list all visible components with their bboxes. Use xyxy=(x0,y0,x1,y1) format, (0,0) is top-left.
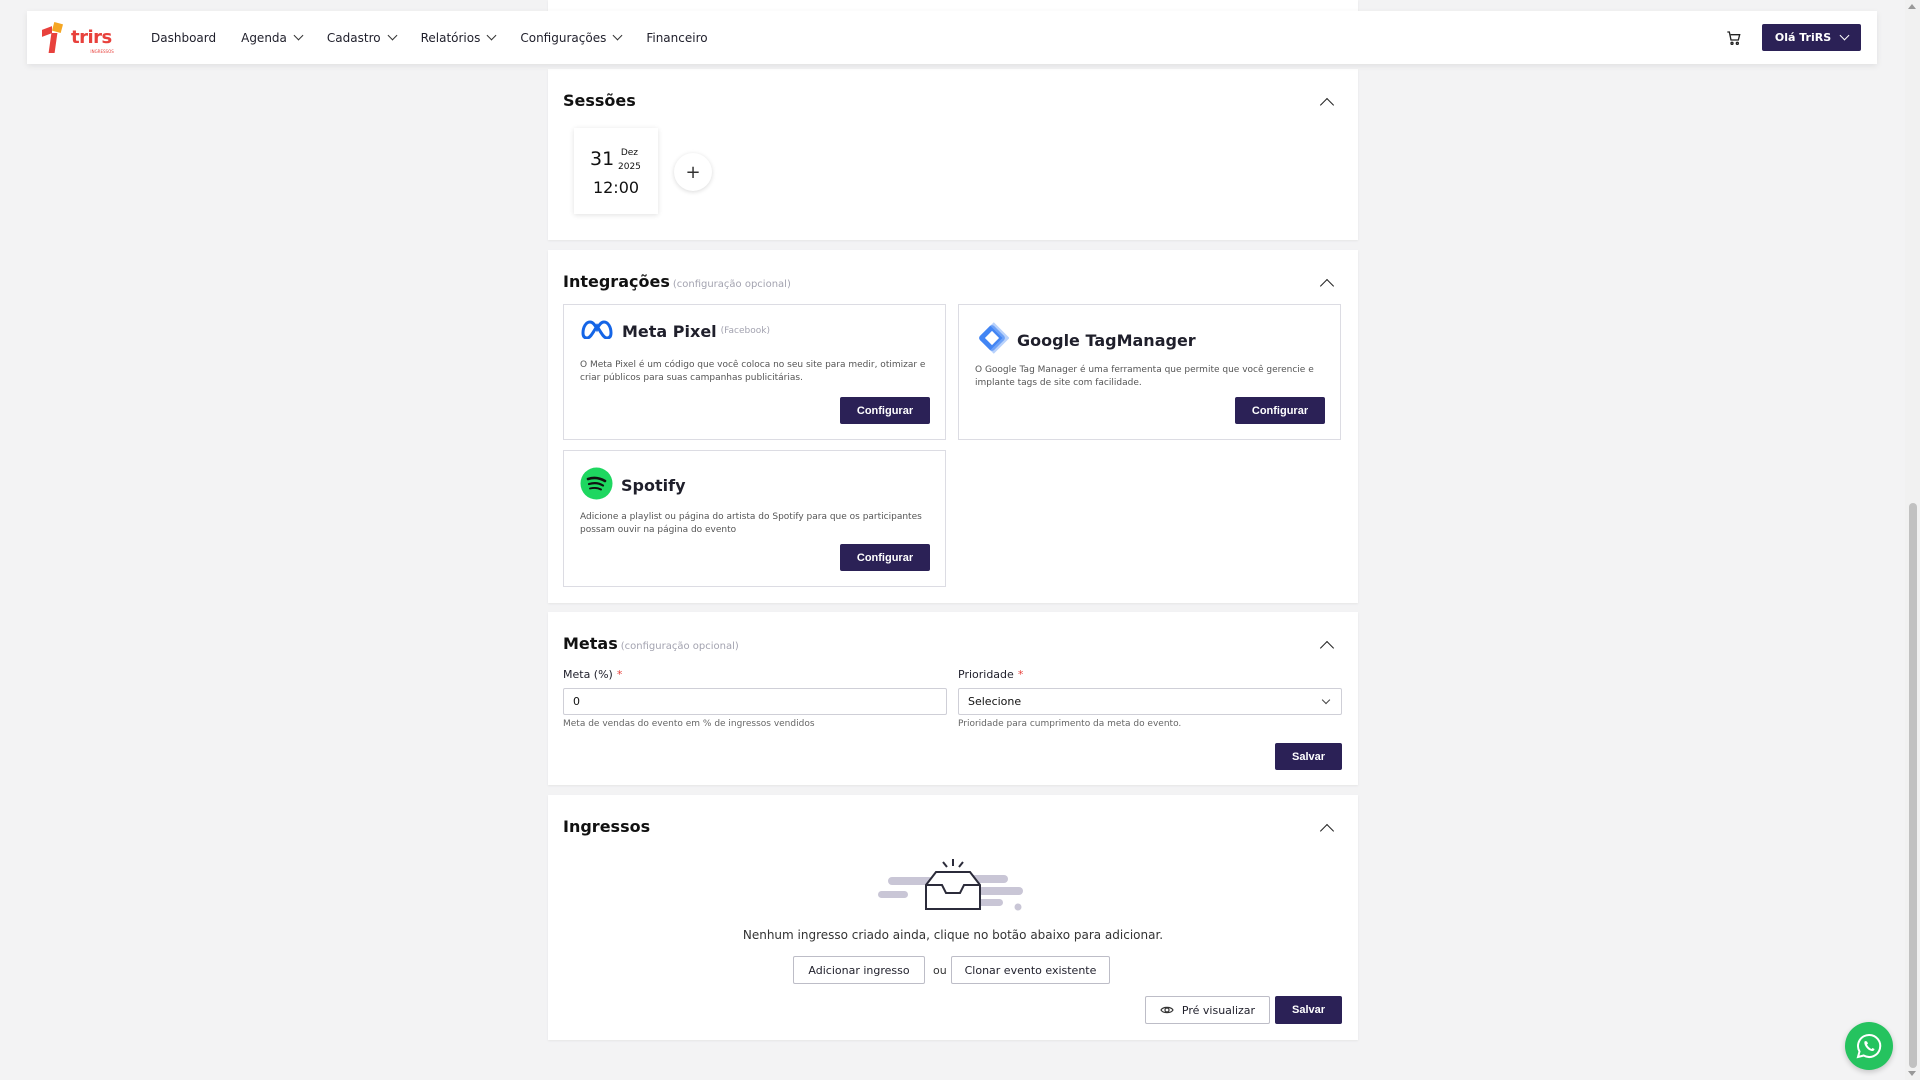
integrations-card: Integrações (configuração opcional) Meta … xyxy=(548,250,1358,603)
save-metas-button[interactable]: Salvar xyxy=(1275,743,1342,770)
session-day: 31 xyxy=(590,148,615,170)
scroll-down-icon[interactable] xyxy=(1908,1071,1916,1076)
section-title: Sessões xyxy=(563,91,636,110)
clone-event-button[interactable]: Clonar evento existente xyxy=(951,956,1110,984)
session-month-year: Dez 2025 xyxy=(618,148,641,172)
integration-google-tagmanager: Google TagManager O Google Tag Manager é… xyxy=(958,304,1341,440)
empty-inbox-illustration xyxy=(878,857,1028,921)
logo-text: trirs INGRESSOS xyxy=(71,27,114,54)
integration-description: O Google Tag Manager é uma ferramenta qu… xyxy=(975,365,1314,388)
eye-icon xyxy=(1160,1006,1174,1014)
configure-button[interactable]: Configurar xyxy=(1235,397,1325,424)
google-tagmanager-logo-icon xyxy=(975,321,1010,359)
user-menu-button[interactable]: Olá TriRS xyxy=(1762,24,1861,51)
configure-button[interactable]: Configurar xyxy=(840,544,930,571)
integration-header: Meta Pixel (Facebook) xyxy=(580,319,770,343)
prioridade-select[interactable]: Selecione xyxy=(958,688,1342,715)
spotify-logo-icon xyxy=(580,467,613,504)
section-title: Integrações (configuração opcional) xyxy=(563,272,791,291)
whatsapp-icon xyxy=(1856,1033,1882,1059)
add-ticket-button[interactable]: Adicionar ingresso xyxy=(793,956,925,984)
integration-header: Spotify xyxy=(580,467,686,504)
ingressos-card: Ingressos Nenhum ingresso criado ainda, … xyxy=(548,795,1358,1040)
section-title: Ingressos xyxy=(563,817,651,836)
nav-item-dashboard[interactable]: Dashboard xyxy=(151,31,216,45)
top-navbar: trirs INGRESSOS Dashboard Agenda Cadastro… xyxy=(27,11,1877,64)
scrollbar-thumb[interactable] xyxy=(1909,503,1917,1068)
chevron-down-icon xyxy=(1321,695,1331,705)
collapse-icon[interactable] xyxy=(1319,821,1333,835)
empty-state-text: Nenhum ingresso criado ainda, clique no … xyxy=(742,928,1164,942)
integration-name: Meta Pixel xyxy=(622,321,717,341)
or-text: ou xyxy=(933,964,947,977)
nav-right: Olá TriRS xyxy=(1724,24,1861,51)
meta-logo-icon xyxy=(580,319,614,343)
whatsapp-button[interactable] xyxy=(1845,1022,1893,1070)
integration-meta-pixel: Meta Pixel (Facebook) O Meta Pixel é um … xyxy=(563,304,946,440)
preview-button[interactable]: Pré visualizar xyxy=(1145,996,1270,1024)
page-scrollbar[interactable] xyxy=(1905,0,1920,1080)
cart-icon[interactable] xyxy=(1724,28,1744,48)
session-time: 12:00 xyxy=(592,178,640,197)
integration-spotify: Spotify Adicione a playlist ou página do… xyxy=(563,450,946,587)
chevron-down-icon xyxy=(387,30,398,41)
configure-button[interactable]: Configurar xyxy=(840,397,930,424)
brand-logo[interactable]: trirs INGRESSOS xyxy=(41,21,127,55)
sessions-card: Sessões 31 Dez 2025 12:00 + xyxy=(548,69,1358,240)
chevron-down-icon xyxy=(293,30,304,41)
logo-mark xyxy=(41,21,69,54)
chevron-down-icon xyxy=(612,30,623,41)
integration-header: Google TagManager xyxy=(975,321,1196,359)
collapse-icon[interactable] xyxy=(1319,638,1333,652)
nav-item-relatorios[interactable]: Relatórios xyxy=(421,30,497,45)
integration-description: O Meta Pixel é um código que você coloca… xyxy=(580,360,926,383)
integration-name: Spotify xyxy=(621,476,686,495)
chevron-down-icon xyxy=(486,30,497,41)
chevron-down-icon xyxy=(1839,30,1850,41)
main-nav: Dashboard Agenda Cadastro Relatórios Con… xyxy=(151,31,708,45)
collapse-icon[interactable] xyxy=(1319,276,1333,290)
integration-name: Google TagManager xyxy=(1017,330,1196,350)
prioridade-label: Prioridade * xyxy=(958,668,1024,681)
section-title: Metas (configuração opcional) xyxy=(563,634,739,653)
nav-item-cadastro[interactable]: Cadastro xyxy=(327,30,398,45)
nav-item-configuracoes[interactable]: Configurações xyxy=(520,30,623,45)
prioridade-help-text: Prioridade para cumprimento da meta do e… xyxy=(958,719,1182,729)
meta-label: Meta (%) * xyxy=(563,668,623,681)
add-session-button[interactable]: + xyxy=(674,153,712,191)
save-button[interactable]: Salvar xyxy=(1275,996,1342,1024)
nav-item-agenda[interactable]: Agenda xyxy=(241,30,304,45)
meta-percent-input[interactable]: 0 xyxy=(563,688,947,715)
scroll-up-icon[interactable] xyxy=(1908,4,1916,9)
integration-sub: (Facebook) xyxy=(720,326,770,336)
metas-card: Metas (configuração opcional) Meta (%) * 0… xyxy=(548,612,1358,785)
meta-help-text: Meta de vendas do evento em % de ingress… xyxy=(563,719,815,729)
integration-description: Adicione a playlist ou página do artista… xyxy=(580,512,922,535)
nav-item-financeiro[interactable]: Financeiro xyxy=(646,31,707,45)
session-date-card[interactable]: 31 Dez 2025 12:00 xyxy=(574,128,658,214)
collapse-icon[interactable] xyxy=(1319,95,1333,109)
